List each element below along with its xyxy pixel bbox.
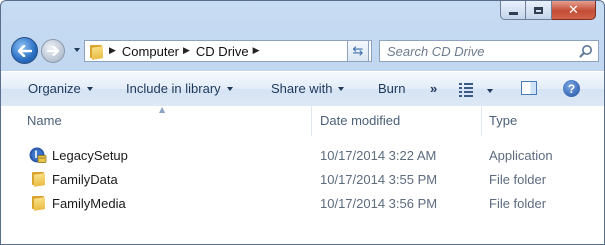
search-icon[interactable] bbox=[579, 44, 593, 58]
file-type: Application bbox=[489, 148, 553, 163]
file-date-modified: 10/17/2014 3:55 PM bbox=[320, 172, 438, 187]
back-button[interactable] bbox=[11, 37, 38, 64]
breadcrumb-computer[interactable]: Computer bbox=[122, 44, 179, 59]
change-view-button[interactable] bbox=[459, 83, 493, 97]
burn-button[interactable]: Burn bbox=[378, 81, 405, 96]
breadcrumb-separator-icon[interactable]: ▶ bbox=[109, 46, 116, 56]
folder-icon bbox=[29, 195, 47, 211]
forward-arrow-icon bbox=[47, 46, 59, 56]
minimize-button[interactable] bbox=[500, 1, 526, 20]
file-date-modified: 10/17/2014 3:56 PM bbox=[320, 196, 438, 211]
refresh-button[interactable]: ⇆ bbox=[347, 40, 369, 62]
refresh-icon: ⇆ bbox=[352, 43, 364, 59]
breadcrumb-separator-icon[interactable]: ▶ bbox=[253, 46, 260, 56]
details-view-icon bbox=[459, 83, 473, 97]
address-bar[interactable]: ▶ Computer ▶ CD Drive ▶ bbox=[84, 40, 372, 62]
include-in-library-label: Include in library bbox=[126, 81, 221, 96]
more-commands-button[interactable]: » bbox=[430, 81, 437, 96]
chevron-down-icon bbox=[86, 87, 93, 91]
close-button[interactable]: ✕ bbox=[552, 1, 596, 20]
burn-label: Burn bbox=[378, 81, 406, 96]
more-commands-icon: » bbox=[430, 81, 438, 96]
search-box[interactable] bbox=[379, 40, 599, 62]
command-bar: Organize Include in library Share with B… bbox=[1, 71, 604, 107]
column-header-date-modified[interactable]: Date modified bbox=[320, 113, 400, 128]
column-header-row: ▲ Name Date modified Type bbox=[1, 105, 604, 136]
forward-button[interactable] bbox=[41, 39, 65, 63]
maximize-icon bbox=[534, 6, 543, 14]
chevron-down-icon bbox=[226, 87, 233, 91]
breadcrumb-cd-drive[interactable]: CD Drive bbox=[196, 44, 249, 59]
organize-button[interactable]: Organize bbox=[28, 81, 93, 96]
maximize-button[interactable] bbox=[526, 1, 552, 20]
navigation-bar: ▶ Computer ▶ CD Drive ▶ ⇆ bbox=[7, 35, 599, 65]
column-header-type[interactable]: Type bbox=[489, 113, 517, 128]
window-caption-buttons: ✕ bbox=[500, 1, 596, 21]
file-type: File folder bbox=[489, 172, 547, 187]
search-input[interactable] bbox=[387, 43, 567, 59]
file-name: LegacySetup bbox=[52, 148, 128, 163]
share-with-label: Share with bbox=[271, 81, 333, 96]
setup-app-icon bbox=[29, 147, 47, 163]
help-button[interactable]: ? bbox=[563, 80, 580, 97]
folder-icon bbox=[29, 171, 47, 187]
recent-pages-dropdown[interactable] bbox=[74, 48, 80, 52]
breadcrumb-separator-icon[interactable]: ▶ bbox=[183, 46, 190, 56]
column-divider[interactable] bbox=[481, 106, 482, 136]
sort-indicator-icon: ▲ bbox=[159, 105, 166, 114]
include-in-library-button[interactable]: Include in library bbox=[126, 81, 233, 96]
file-row[interactable]: FamilyData 10/17/2014 3:55 PM File folde… bbox=[1, 168, 604, 190]
folder-icon bbox=[89, 44, 105, 60]
minimize-icon bbox=[508, 11, 518, 15]
back-arrow-icon bbox=[17, 44, 32, 57]
organize-label: Organize bbox=[28, 81, 81, 96]
file-row[interactable]: FamilyMedia 10/17/2014 3:56 PM File fold… bbox=[1, 192, 604, 214]
chevron-down-icon bbox=[338, 87, 345, 91]
file-name: FamilyData bbox=[52, 172, 118, 187]
preview-pane-icon bbox=[521, 81, 537, 95]
help-icon: ? bbox=[563, 80, 580, 97]
close-icon: ✕ bbox=[568, 2, 579, 18]
explorer-window: ✕ ▶ Computer ▶ CD Drive ▶ ⇆ Search CD Dr… bbox=[0, 0, 605, 245]
file-name: FamilyMedia bbox=[52, 196, 126, 211]
file-row[interactable]: LegacySetup 10/17/2014 3:22 AM Applicati… bbox=[1, 144, 604, 166]
chevron-down-icon bbox=[487, 88, 493, 93]
file-date-modified: 10/17/2014 3:22 AM bbox=[320, 148, 437, 163]
file-list: ▲ Name Date modified Type LegacySetup 10… bbox=[1, 105, 604, 244]
column-header-name[interactable]: Name bbox=[27, 113, 62, 128]
file-type: File folder bbox=[489, 196, 547, 211]
column-divider[interactable] bbox=[311, 106, 312, 136]
share-with-button[interactable]: Share with bbox=[271, 81, 345, 96]
preview-pane-button[interactable] bbox=[521, 81, 537, 95]
